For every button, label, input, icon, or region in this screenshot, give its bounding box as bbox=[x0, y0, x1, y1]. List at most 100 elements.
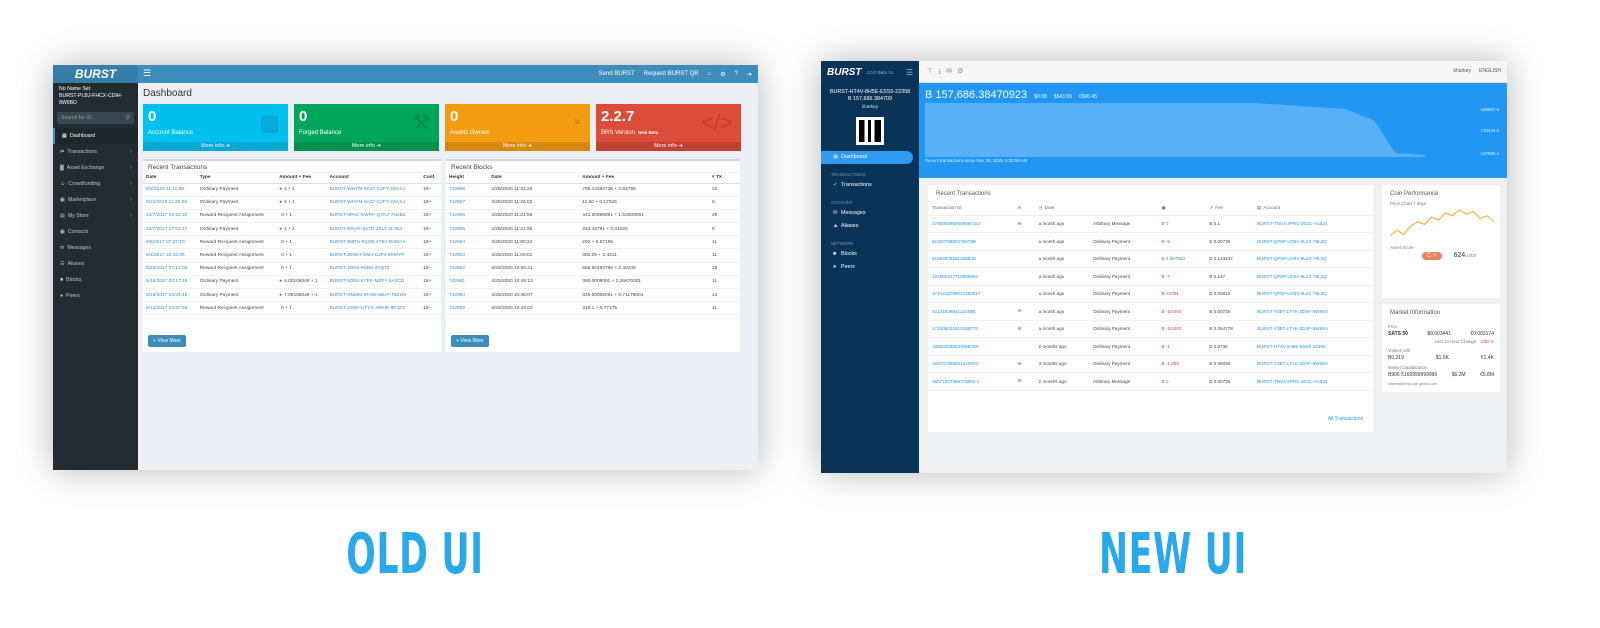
menu-toggle-icon[interactable]: ☰ bbox=[906, 68, 913, 77]
table-cell[interactable]: BURST-JG8H-U7YX-3WHK-8PJZ3 bbox=[326, 301, 421, 316]
table-cell[interactable]: 5/16/2017 03:04:48 bbox=[143, 288, 197, 303]
account-link[interactable]: BURST-TNV4-2PRC-3G2L-ALB24 bbox=[1253, 372, 1373, 391]
cell-text: 18+ bbox=[423, 266, 432, 272]
table-cell[interactable]: 742968 bbox=[446, 183, 489, 197]
table-cell[interactable]: BURST-NNMM-9FJW-SBJY-T5Z2M bbox=[326, 288, 421, 303]
sidebar-item-transactions[interactable]: ⇄ Transactions › bbox=[53, 144, 138, 160]
table-cell[interactable]: 10/7/2017 17:03:17 bbox=[143, 222, 197, 237]
table-cell: 292 + 0.57185 bbox=[579, 235, 709, 250]
more-info-link[interactable]: More info ➜ bbox=[445, 142, 590, 151]
table-cell[interactable]: 742965 bbox=[446, 222, 489, 237]
date-cell: a month ago bbox=[1034, 320, 1089, 338]
table-cell[interactable]: BURST-9PAC-EWRF-Q7N7-7N2B2 bbox=[326, 209, 421, 224]
sidebar-item-dashboard[interactable]: ▦ Dashboard bbox=[53, 128, 138, 144]
table-cell[interactable]: 742966 bbox=[446, 209, 489, 224]
qr-code-icon[interactable] bbox=[856, 117, 884, 145]
table-cell[interactable]: 8/22/2019 11:26:26 bbox=[143, 196, 197, 210]
share-icon[interactable]: ⚙ bbox=[720, 71, 725, 78]
table-cell[interactable]: BURST-BRAG-3X7D-Z8LT-3L7B4 bbox=[326, 222, 421, 237]
all-transactions-link[interactable]: All Transactions bbox=[1328, 416, 1363, 422]
view-more-button[interactable]: + View More bbox=[148, 335, 186, 347]
account-link[interactable]: BURST-Y3BT-LTYK-2DXF-8W9XA bbox=[1253, 320, 1373, 338]
column-label: Date bbox=[1044, 204, 1055, 210]
view-more-button[interactable]: + View More bbox=[451, 335, 489, 347]
language-select[interactable]: ENGLISH bbox=[1479, 68, 1501, 74]
table-cell[interactable]: BURST-ZE95-FXM4-UJF8-8RMYP bbox=[326, 248, 421, 263]
sidebar-item-peers[interactable]: ● Peers bbox=[53, 288, 138, 304]
cell-text: BURST-NNMM-9FJW-SBJY-T5Z2M bbox=[329, 292, 407, 298]
column-label: Account bbox=[1263, 204, 1280, 210]
table-cell[interactable]: 6/4/2017 10:43:26 bbox=[143, 248, 197, 263]
table-cell[interactable]: 10/7/2017 05:52:34 bbox=[143, 209, 197, 224]
cell-text: Reward Recipient Assignment bbox=[199, 253, 264, 259]
account-link[interactable]: BURST-Y3BT-LTYK-2DXF-8W9XA bbox=[1253, 302, 1373, 321]
more-info-link[interactable]: More info ➜ bbox=[143, 142, 288, 151]
table-cell[interactable]: 742959 bbox=[446, 301, 489, 316]
table-cell[interactable]: 5/26/2017 07:13:03 bbox=[143, 262, 197, 276]
table-cell[interactable]: 6/6/2017 07:27:10 bbox=[143, 235, 197, 250]
transaction-id-link[interactable]: 1790958959469887161 bbox=[928, 215, 1014, 233]
mail-icon[interactable]: ✉ bbox=[946, 68, 957, 75]
sidebar-search-input[interactable]: Search for ID... ⚲ bbox=[57, 112, 134, 124]
more-info-link[interactable]: More info ➜ bbox=[294, 142, 439, 151]
account-link[interactable]: BURST-QF5P-UV5V-9L2X-79L3Q bbox=[1253, 250, 1373, 268]
sidebar-item-marketplace[interactable]: ▣ Marketplace › bbox=[53, 192, 138, 208]
account-link[interactable]: BURST-QF5P-UV5V-9L2X-79L3Q bbox=[1253, 232, 1373, 251]
nav-messages[interactable]: ✉ Messages bbox=[821, 207, 919, 220]
transaction-id-link[interactable]: 8155487868128954D bbox=[928, 250, 1014, 268]
table-cell[interactable]: 742960 bbox=[446, 288, 489, 303]
table-cell[interactable]: BURST-WHYM-9A37-C2FY-3XAXJ bbox=[326, 183, 421, 197]
nav-aliases[interactable]: ▲ Aliases bbox=[821, 220, 919, 233]
transaction-id-link[interactable]: 35671207886775962 1 bbox=[928, 372, 1014, 391]
table-cell[interactable]: BURST-2DK5-R6N5-2FQ72 bbox=[326, 262, 421, 276]
account-link[interactable]: BURST-Y3BT-LTYK-2DXF-8W9XA bbox=[1253, 355, 1373, 373]
send-burst-link[interactable]: Send BURST bbox=[599, 71, 635, 77]
menu-toggle-icon[interactable]: ☰ bbox=[143, 68, 151, 79]
sidebar-item-blocks[interactable]: ■ Blocks bbox=[53, 272, 138, 288]
nav-transactions[interactable]: ✓ Transactions bbox=[821, 179, 919, 192]
sidebar-item-asset-exchange[interactable]: ▓ Asset Exchange › bbox=[53, 160, 138, 176]
logout-icon[interactable]: ➜ bbox=[747, 71, 752, 78]
nav-dashboard[interactable]: ▦ Dashboard bbox=[821, 151, 913, 164]
sidebar-item-my-store[interactable]: ▤ My Store › bbox=[53, 208, 138, 224]
date-cell: a month ago bbox=[1034, 250, 1089, 268]
sidebar-item-contacts[interactable]: ▣ Contacts bbox=[53, 224, 138, 240]
transaction-id-link[interactable]: 19376795084142087G bbox=[928, 355, 1014, 373]
table-cell[interactable]: 742963 bbox=[446, 248, 489, 263]
table-cell[interactable]: 5/14/2017 03:57:53 bbox=[143, 301, 197, 316]
table-cell[interactable]: BURST-5D6X-5YEK-MZFY-5A2CD bbox=[326, 275, 421, 290]
request-qr-link[interactable]: Request BURST QR bbox=[644, 71, 699, 77]
table-cell[interactable]: BURST-WHYM-9A37-C2FY-3XAXJ bbox=[326, 196, 421, 210]
table-cell[interactable]: 742964 bbox=[446, 235, 489, 250]
send-icon[interactable]: ⊤ bbox=[927, 68, 938, 75]
table-cell[interactable]: 742962 bbox=[446, 262, 489, 276]
table-cell[interactable]: 5/16/2017 03:17:45 bbox=[143, 275, 197, 290]
settings-icon[interactable]: ⚙ bbox=[957, 68, 968, 75]
nav-peers[interactable]: ● Peers bbox=[821, 261, 919, 274]
transaction-id-link[interactable]: 4214183984111049B bbox=[928, 302, 1014, 321]
account-link[interactable]: BURST-TNV4-2PRC-3G2L-ALB24 bbox=[1253, 215, 1373, 233]
more-info-link[interactable]: More info ➜ bbox=[596, 142, 741, 151]
nav-blocks[interactable]: ■ Blocks bbox=[821, 248, 919, 261]
topbar-user[interactable]: kharkey bbox=[1454, 68, 1472, 74]
transaction-id-link[interactable]: 18900308053409B799 bbox=[928, 337, 1014, 356]
download-icon[interactable]: ⤓ bbox=[938, 68, 946, 75]
home-icon[interactable]: ⌂ bbox=[708, 71, 712, 77]
sidebar-item-aliases[interactable]: ☰ Aliases bbox=[53, 256, 138, 272]
transaction-id-link[interactable]: 6190378955276079B bbox=[928, 232, 1014, 251]
transaction-id-link[interactable]: 171209031610168775 bbox=[928, 320, 1014, 338]
old-top-bar: BURST ☰ Send BURST Request BURST QR ⌂ ⚙ … bbox=[53, 65, 758, 83]
market-footnote: Information by coin gecko.com bbox=[1388, 382, 1437, 386]
sidebar-item-crowdfunding[interactable]: ☺ Crowdfunding › bbox=[53, 176, 138, 192]
table-cell[interactable]: 742967 bbox=[446, 196, 489, 210]
table-cell[interactable]: 8/2/2018 11:11:58 bbox=[143, 183, 197, 197]
transaction-id-link[interactable]: 1741416789012462817 bbox=[928, 285, 1014, 303]
transaction-id-link[interactable]: 167590317719885994 bbox=[928, 267, 1014, 286]
table-cell[interactable]: BURST-B8RN-R2SB-X7BJ-8HWAA bbox=[326, 235, 421, 250]
account-link[interactable]: BURST-QF5P-UV5V-9L2X-79L3Q bbox=[1253, 285, 1373, 303]
account-link[interactable]: BURST-HT4V-8H5E-E5S5-22358 bbox=[1253, 337, 1373, 356]
sidebar-item-messages[interactable]: ✉ Messages bbox=[53, 240, 138, 256]
table-cell[interactable]: 742961 bbox=[446, 275, 489, 290]
account-link[interactable]: BURST-QF5P-UV5V-9L2X-79L3Q bbox=[1253, 267, 1373, 286]
help-icon[interactable]: ? bbox=[735, 71, 738, 77]
